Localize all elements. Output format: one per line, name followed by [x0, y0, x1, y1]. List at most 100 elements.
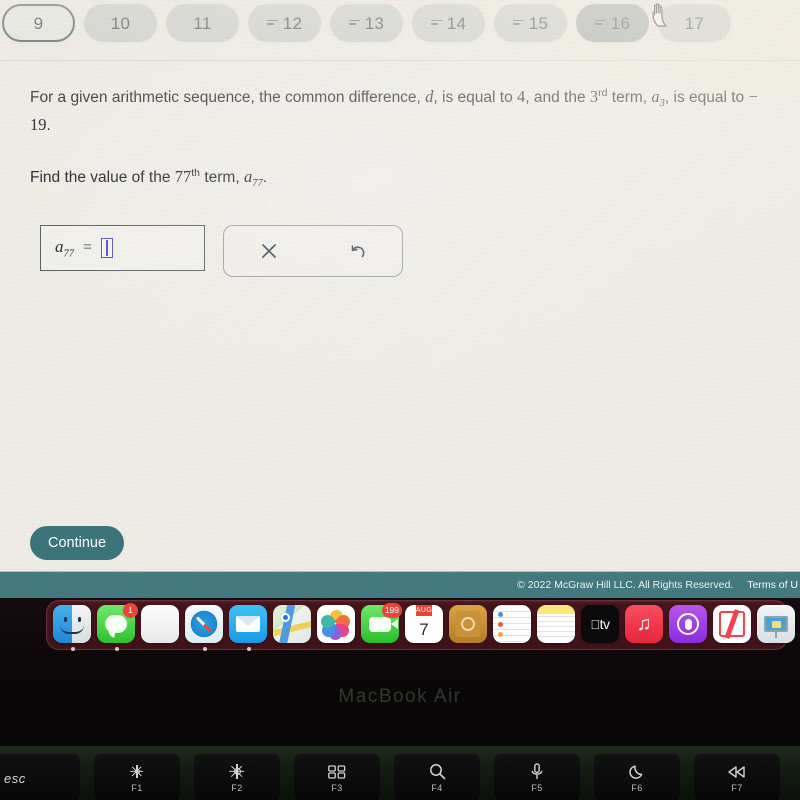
key-f4-spotlight[interactable]: F4: [394, 754, 480, 800]
question-tab-14[interactable]: 14: [412, 4, 485, 42]
dock-item-contacts[interactable]: [449, 605, 489, 645]
ordinal-suffix: th: [191, 167, 201, 180]
launchpad-icon: [141, 605, 179, 643]
apple-tv-icon: tv: [581, 605, 619, 643]
question-tab-label: 15: [528, 13, 549, 33]
search-icon: [429, 764, 446, 780]
question-tab-10[interactable]: 10: [84, 4, 157, 42]
app-running-indicator: [71, 647, 75, 651]
page-footer: © 2022 McGraw Hill LLC. All Rights Reser…: [0, 572, 800, 598]
close-icon: [261, 243, 276, 258]
question-tab-label: 13: [364, 13, 385, 33]
equals-sign: =: [83, 238, 93, 256]
laptop-photo: 9 10 11 12 13 14 15 16 17 For a given ar…: [0, 0, 800, 800]
key-fn-label: F7: [731, 782, 743, 793]
dock-item-keynote[interactable]: [757, 605, 797, 645]
contacts-icon: [449, 605, 487, 643]
function-key-row: esc F1 F2 F3 F4 F5 F6 F7: [0, 754, 780, 800]
question-tab-12[interactable]: 12: [248, 4, 321, 42]
question-tab-label: 14: [446, 13, 467, 33]
tv-label: tv: [595, 616, 610, 632]
clear-button[interactable]: [224, 226, 313, 276]
microphone-icon: [530, 763, 544, 780]
key-f3-mission-control[interactable]: F3: [294, 754, 380, 800]
dock-item-photos[interactable]: [317, 605, 357, 645]
undo-button[interactable]: [313, 226, 402, 276]
key-fn-label: F6: [631, 782, 643, 793]
question-text-part: .: [262, 169, 268, 187]
answer-variable-label: a77: [55, 236, 74, 259]
question-tab-label: 11: [193, 13, 212, 33]
question-tab-label: 9: [33, 13, 44, 33]
dock-item-news[interactable]: [713, 605, 753, 645]
key-fn-label: F1: [131, 782, 143, 793]
question-tab-16[interactable]: 16: [576, 4, 649, 42]
dock-item-podcasts[interactable]: [669, 605, 709, 645]
dock-item-music[interactable]: ♫: [625, 605, 665, 645]
dock-item-maps[interactable]: [273, 605, 313, 645]
photos-icon: [317, 605, 355, 643]
dock-item-safari[interactable]: [185, 605, 225, 651]
key-esc[interactable]: esc: [0, 754, 80, 800]
math-value-d: 4: [517, 87, 526, 106]
dock-item-notes[interactable]: [537, 605, 577, 645]
question-prompt: For a given arithmetic sequence, the com…: [0, 46, 800, 193]
app-running-indicator: [203, 647, 207, 651]
question-tab-label: 16: [610, 13, 631, 33]
dock-item-finder[interactable]: [53, 605, 93, 651]
math-input-caret[interactable]: [101, 237, 114, 258]
key-f7-rewind[interactable]: F7: [694, 754, 780, 800]
laptop-model-label: MacBook Air: [338, 686, 462, 707]
moon-icon: [629, 764, 645, 780]
partial-progress-icon: [266, 19, 278, 28]
dock-item-tv[interactable]: tv: [581, 605, 621, 645]
math-subscript: 77: [252, 178, 263, 190]
key-f2-brightness-up[interactable]: F2: [194, 754, 280, 800]
key-fn-label: F4: [431, 782, 443, 793]
math-var-a: a: [651, 87, 660, 106]
dock-item-messages[interactable]: 1: [97, 603, 138, 651]
question-tab-9[interactable]: 9: [2, 4, 75, 42]
key-f1-brightness-down[interactable]: F1: [94, 754, 180, 800]
question-text-part: , and the: [525, 89, 590, 106]
question-tab-11[interactable]: 11: [166, 4, 239, 42]
key-fn-label: F3: [331, 782, 343, 793]
question-tab-15[interactable]: 15: [494, 4, 567, 42]
dock-item-reminders[interactable]: [493, 605, 533, 645]
math-tool-panel: [223, 224, 403, 277]
question-line-2: Find the value of the 77th term, a77.: [30, 164, 770, 192]
macos-dock: 1 199 AUG 7 tv ♫: [46, 600, 795, 651]
brightness-down-icon: [130, 764, 144, 780]
answer-input[interactable]: a77 =: [40, 224, 205, 271]
question-tab-17[interactable]: 17: [658, 4, 731, 42]
question-tab-label: 17: [684, 13, 705, 33]
continue-area: Continue: [30, 526, 125, 560]
dock-item-facetime[interactable]: 199: [361, 603, 402, 645]
facetime-badge: 199: [381, 603, 402, 618]
key-f6-do-not-disturb[interactable]: F6: [594, 754, 680, 800]
question-text-part: , is equal to: [664, 89, 749, 106]
math-ordinal-base: 3: [589, 87, 599, 106]
app-running-indicator: [247, 647, 251, 651]
terms-link[interactable]: Terms of U: [747, 579, 798, 591]
key-fn-label: F2: [231, 782, 243, 793]
partial-progress-icon: [512, 19, 524, 28]
question-tab-13[interactable]: 13: [330, 4, 403, 42]
question-text-part: , is equal to: [433, 89, 517, 106]
calendar-icon: AUG 7: [405, 605, 443, 643]
answer-row: a77 =: [40, 224, 800, 277]
partial-progress-icon: [348, 19, 360, 28]
question-text-part: term,: [200, 169, 244, 187]
key-fn-label: F5: [531, 782, 543, 793]
keynote-icon: [757, 605, 795, 643]
rewind-icon: [727, 764, 747, 780]
question-text-part: term,: [607, 89, 652, 106]
dock-item-calendar[interactable]: AUG 7: [405, 605, 445, 645]
dock-item-mail[interactable]: [229, 605, 269, 651]
question-text-part: .: [46, 117, 51, 135]
laptop-bezel: 1 199 AUG 7 tv ♫ MacBook Air: [0, 598, 800, 746]
brightness-up-icon: [229, 764, 245, 780]
key-f5-dictation[interactable]: F5: [494, 754, 580, 800]
dock-item-launchpad[interactable]: [141, 605, 181, 645]
continue-button[interactable]: Continue: [30, 526, 125, 560]
